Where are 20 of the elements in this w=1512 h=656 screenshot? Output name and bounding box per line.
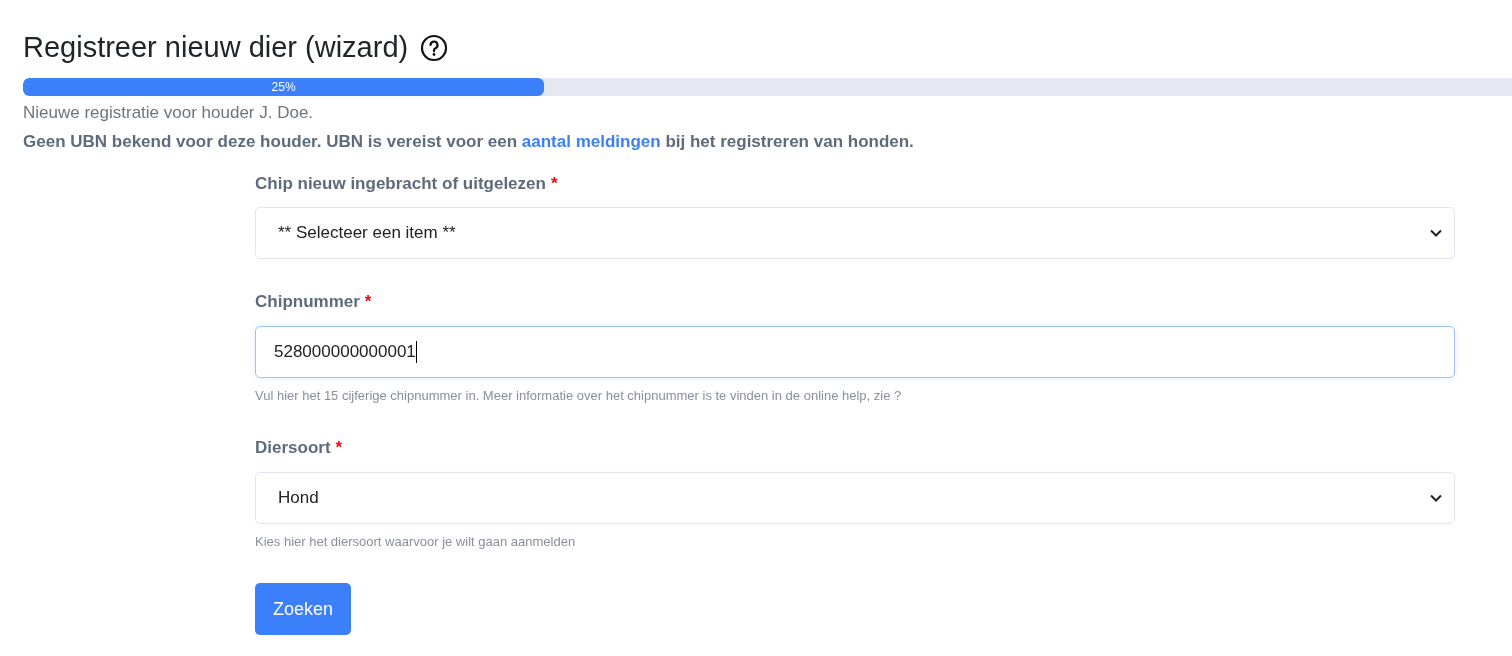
link[interactable]: aantal meldingen — [521, 132, 661, 151]
help-text: Vul hier het 15 cijferige chipnummer in. Meer informatie over het chipnummer is te vinden in de online help, zie ? — [255, 386, 903, 405]
help-text: Kies hier het diersoort waarvoor je wilt gaan aanmelden — [255, 532, 577, 551]
required-mark: * — [550, 172, 558, 195]
help-icon[interactable] — [420, 33, 449, 62]
required-mark: * — [364, 291, 372, 313]
field-label: Chipnummer — [255, 291, 360, 313]
submit-button[interactable]: Zoeken — [255, 583, 352, 635]
chevron-down-icon — [1430, 493, 1442, 502]
intro-text: Nieuwe registratie voor houder J. Doe. — [23, 101, 315, 124]
dropdown-field[interactable]: Hond — [255, 471, 1455, 524]
chevron-down-icon — [1430, 229, 1442, 237]
progress-fill: 25% — [23, 77, 545, 96]
field-label: Diersoort — [255, 437, 331, 459]
page-title: Registreer nieuw dier (wizard) — [23, 30, 409, 65]
field-label: Chip nieuw ingebracht of uitgelezen — [255, 172, 546, 195]
input-field[interactable]: 528000000000001 — [255, 325, 1455, 378]
required-mark: * — [335, 437, 343, 459]
dropdown-field[interactable]: ** Selecteer een item ** — [255, 207, 1455, 259]
notice-text: Geen UBN bekend voor deze houder. UBN is vereist voor een aantal meldingen bij het registreren van honden. — [23, 131, 915, 153]
